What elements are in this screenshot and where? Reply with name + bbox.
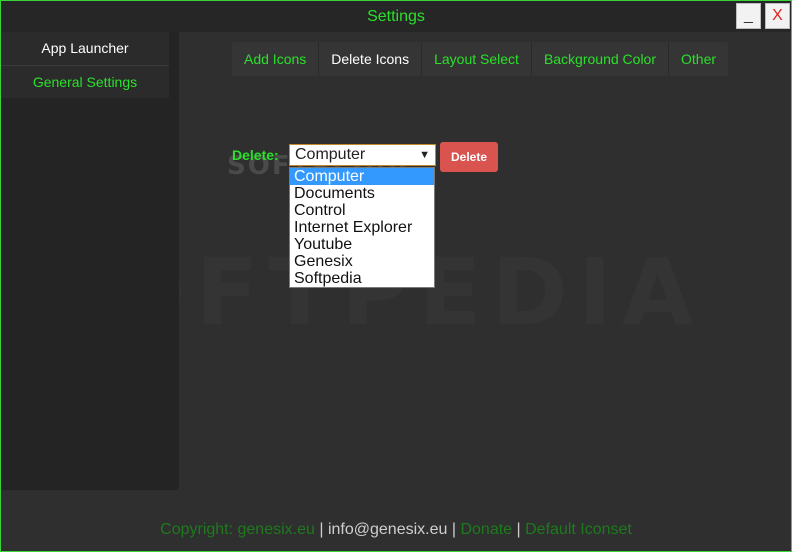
title-bar[interactable]: Settings _ X [1,1,791,32]
icon-select-value: Computer [295,146,366,163]
dropdown-option-genesix[interactable]: Genesix [290,253,434,270]
icon-dropdown-list: Computer Documents Control Internet Expl… [289,167,435,288]
footer-separator: | [451,521,457,538]
dropdown-option-computer[interactable]: Computer [290,168,434,185]
email-text: info@genesix.eu [327,521,448,538]
tab-background-color[interactable]: Background Color [532,42,669,76]
sidebar-item-app-launcher[interactable]: App Launcher [1,32,169,65]
tab-bar: Add Icons Delete Icons Layout Select Bac… [232,42,729,76]
sidebar-item-general-settings[interactable]: General Settings [1,65,169,98]
footer: Copyright: genesix.eu | info@genesix.eu … [1,521,791,539]
tab-add-icons[interactable]: Add Icons [232,42,320,76]
dropdown-option-youtube[interactable]: Youtube [290,236,434,253]
footer-separator: | [319,521,324,538]
donate-link[interactable]: Donate [460,521,512,538]
minimize-button[interactable]: _ [736,3,761,29]
sidebar: App Launcher General Settings [1,32,179,490]
delete-label: Delete: [232,147,279,163]
dropdown-option-documents[interactable]: Documents [290,185,434,202]
tab-layout-select[interactable]: Layout Select [422,42,532,76]
settings-window: Settings _ X SOFTPEDIA App Launcher Gene… [0,0,792,552]
icon-select[interactable]: Computer ▼ [289,144,436,166]
window-title: Settings [367,8,425,25]
dropdown-option-control[interactable]: Control [290,202,434,219]
footer-separator: | [516,521,521,538]
tab-delete-icons[interactable]: Delete Icons [319,42,423,76]
dropdown-arrow-icon[interactable]: ▼ [419,145,430,165]
copyright-link[interactable]: Copyright: genesix.eu [160,521,315,538]
close-button[interactable]: X [765,3,790,29]
dropdown-option-softpedia[interactable]: Softpedia [290,270,434,287]
default-iconset-link[interactable]: Default Iconset [525,521,632,538]
tab-other[interactable]: Other [669,42,728,76]
delete-button[interactable]: Delete [440,142,498,172]
dropdown-option-internet-explorer[interactable]: Internet Explorer [290,219,434,236]
